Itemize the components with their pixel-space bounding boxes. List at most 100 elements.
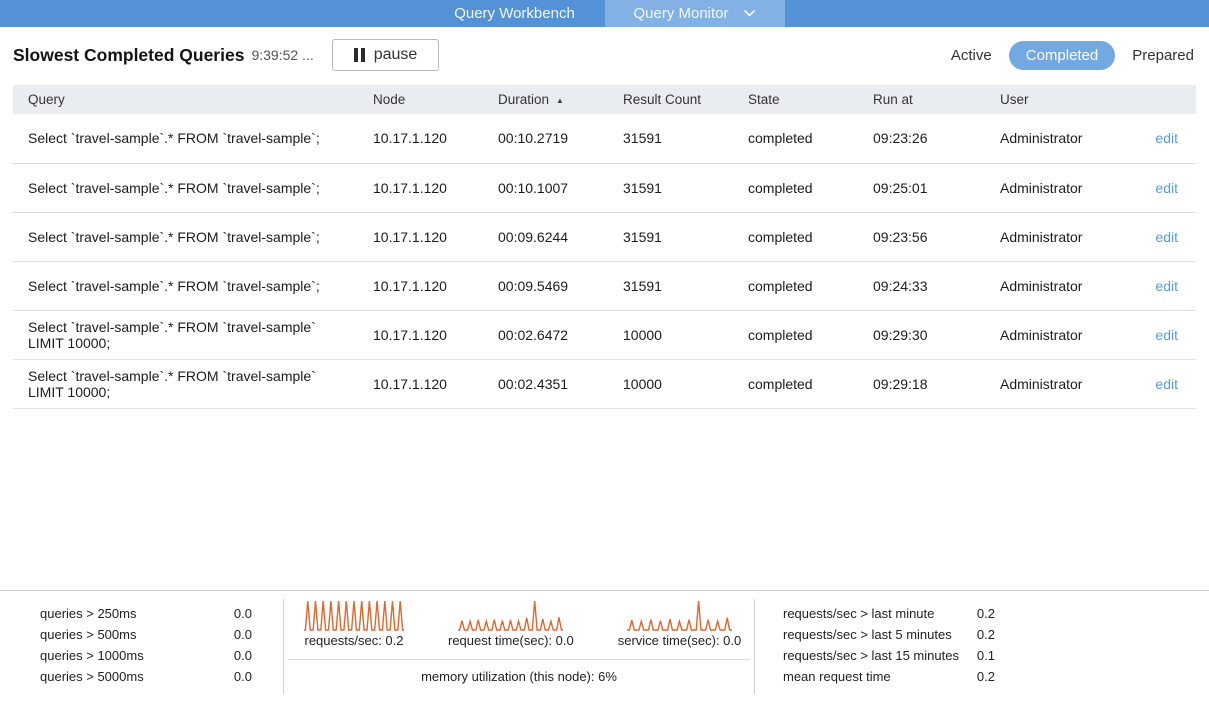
run-at-cell: 09:29:18 [858,359,985,408]
node-cell: 10.17.1.120 [358,359,483,408]
node-cell: 10.17.1.120 [358,310,483,359]
duration-cell: 00:10.1007 [483,163,608,212]
stat-row: mean request time 0.2 [783,666,995,687]
memory-divider [288,659,750,660]
requests-per-sec-spark-block: requests/sec: 0.2 [304,599,404,648]
user-cell: Administrator [985,261,1115,310]
node-cell: 10.17.1.120 [358,114,483,163]
sort-asc-icon: ▲ [556,96,564,105]
user-cell: Administrator [985,359,1115,408]
result-count-cell: 31591 [608,114,733,163]
run-at-cell: 09:23:26 [858,114,985,163]
tab-query-workbench[interactable]: Query Workbench [425,0,605,27]
state-cell: completed [733,163,858,212]
edit-link[interactable]: edit [1155,180,1178,196]
col-header-actions [1115,85,1196,114]
col-header-node[interactable]: Node [358,85,483,114]
service-time-sparkline [627,599,732,631]
node-cell: 10.17.1.120 [358,261,483,310]
table-header-row: Query Node Duration▲ Result Count State … [13,85,1196,114]
query-type-filter: Active Completed Prepared [949,41,1196,70]
run-at-cell: 09:25:01 [858,163,985,212]
pause-button-label: pause [374,46,418,64]
stat-row: requests/sec > last 5 minutes 0.2 [783,624,995,645]
query-threshold-stats: queries > 250ms 0.0 queries > 500ms 0.0 … [0,591,283,687]
stat-row: queries > 250ms 0.0 [40,603,252,624]
refresh-timestamp: 9:39:52 ... [251,47,313,63]
query-cell: Select `travel-sample`.* FROM `travel-sa… [13,359,358,408]
duration-cell: 00:09.5469 [483,261,608,310]
sparkline-row: requests/sec: 0.2 request time(sec): 0.0… [284,599,754,648]
chevron-down-icon [743,9,756,18]
table-row: Select `travel-sample`.* FROM `travel-sa… [13,163,1196,212]
state-cell: completed [733,261,858,310]
tab-active[interactable]: Active [949,41,994,70]
edit-link[interactable]: edit [1155,130,1178,146]
col-header-duration[interactable]: Duration▲ [483,85,608,114]
page-header: Slowest Completed Queries 9:39:52 ... pa… [0,27,1209,77]
duration-cell: 00:10.2719 [483,114,608,163]
col-header-query[interactable]: Query [13,85,358,114]
pause-icon [354,48,365,62]
queries-table: Query Node Duration▲ Result Count State … [13,85,1196,409]
result-count-cell: 10000 [608,359,733,408]
col-header-state[interactable]: State [733,85,858,114]
stat-row: requests/sec > last 15 minutes 0.1 [783,645,995,666]
tab-query-monitor-label: Query Monitor [633,5,728,22]
requests-per-sec-sparkline [304,599,404,631]
stat-row: requests/sec > last minute 0.2 [783,603,995,624]
tab-prepared[interactable]: Prepared [1130,41,1196,70]
pause-button[interactable]: pause [332,39,440,71]
duration-cell: 00:02.6472 [483,310,608,359]
node-cell: 10.17.1.120 [358,163,483,212]
col-header-run-at[interactable]: Run at [858,85,985,114]
memory-utilization-label: memory utilization (this node): 6% [284,669,754,684]
duration-cell: 00:02.4351 [483,359,608,408]
sparkline-caption: request time(sec): 0.0 [448,633,574,648]
page-title: Slowest Completed Queries [13,45,244,66]
edit-link[interactable]: edit [1155,376,1178,392]
sparkline-caption: requests/sec: 0.2 [305,633,404,648]
run-at-cell: 09:29:30 [858,310,985,359]
stat-row: queries > 5000ms 0.0 [40,666,252,687]
query-cell: Select `travel-sample`.* FROM `travel-sa… [13,261,358,310]
state-cell: completed [733,359,858,408]
tab-completed[interactable]: Completed [1009,41,1116,70]
state-cell: completed [733,212,858,261]
stat-row: queries > 1000ms 0.0 [40,645,252,666]
state-cell: completed [733,114,858,163]
request-rate-stats: requests/sec > last minute 0.2 requests/… [755,591,1209,687]
content-spacer [0,409,1209,591]
query-cell: Select `travel-sample`.* FROM `travel-sa… [13,114,358,163]
query-cell: Select `travel-sample`.* FROM `travel-sa… [13,163,358,212]
table-row: Select `travel-sample`.* FROM `travel-sa… [13,310,1196,359]
result-count-cell: 10000 [608,310,733,359]
table-row: Select `travel-sample`.* FROM `travel-sa… [13,114,1196,163]
col-header-user[interactable]: User [985,85,1115,114]
user-cell: Administrator [985,310,1115,359]
edit-link[interactable]: edit [1155,278,1178,294]
edit-link[interactable]: edit [1155,229,1178,245]
table-row: Select `travel-sample`.* FROM `travel-sa… [13,261,1196,310]
edit-link[interactable]: edit [1155,327,1178,343]
tab-query-workbench-label: Query Workbench [454,5,575,22]
user-cell: Administrator [985,212,1115,261]
state-cell: completed [733,310,858,359]
run-at-cell: 09:24:33 [858,261,985,310]
result-count-cell: 31591 [608,163,733,212]
result-count-cell: 31591 [608,261,733,310]
sparkline-caption: service time(sec): 0.0 [618,633,742,648]
tab-query-monitor[interactable]: Query Monitor [605,0,785,27]
service-time-spark-block: service time(sec): 0.0 [618,599,742,648]
run-at-cell: 09:23:56 [858,212,985,261]
request-time-spark-block: request time(sec): 0.0 [448,599,574,648]
top-nav: Query Workbench Query Monitor [0,0,1209,27]
stats-footer: queries > 250ms 0.0 queries > 500ms 0.0 … [0,590,1209,703]
sparkline-panel: requests/sec: 0.2 request time(sec): 0.0… [284,591,754,684]
col-header-result-count[interactable]: Result Count [608,85,733,114]
table-row: Select `travel-sample`.* FROM `travel-sa… [13,212,1196,261]
stat-row: queries > 500ms 0.0 [40,624,252,645]
duration-cell: 00:09.6244 [483,212,608,261]
query-cell: Select `travel-sample`.* FROM `travel-sa… [13,310,358,359]
query-cell: Select `travel-sample`.* FROM `travel-sa… [13,212,358,261]
